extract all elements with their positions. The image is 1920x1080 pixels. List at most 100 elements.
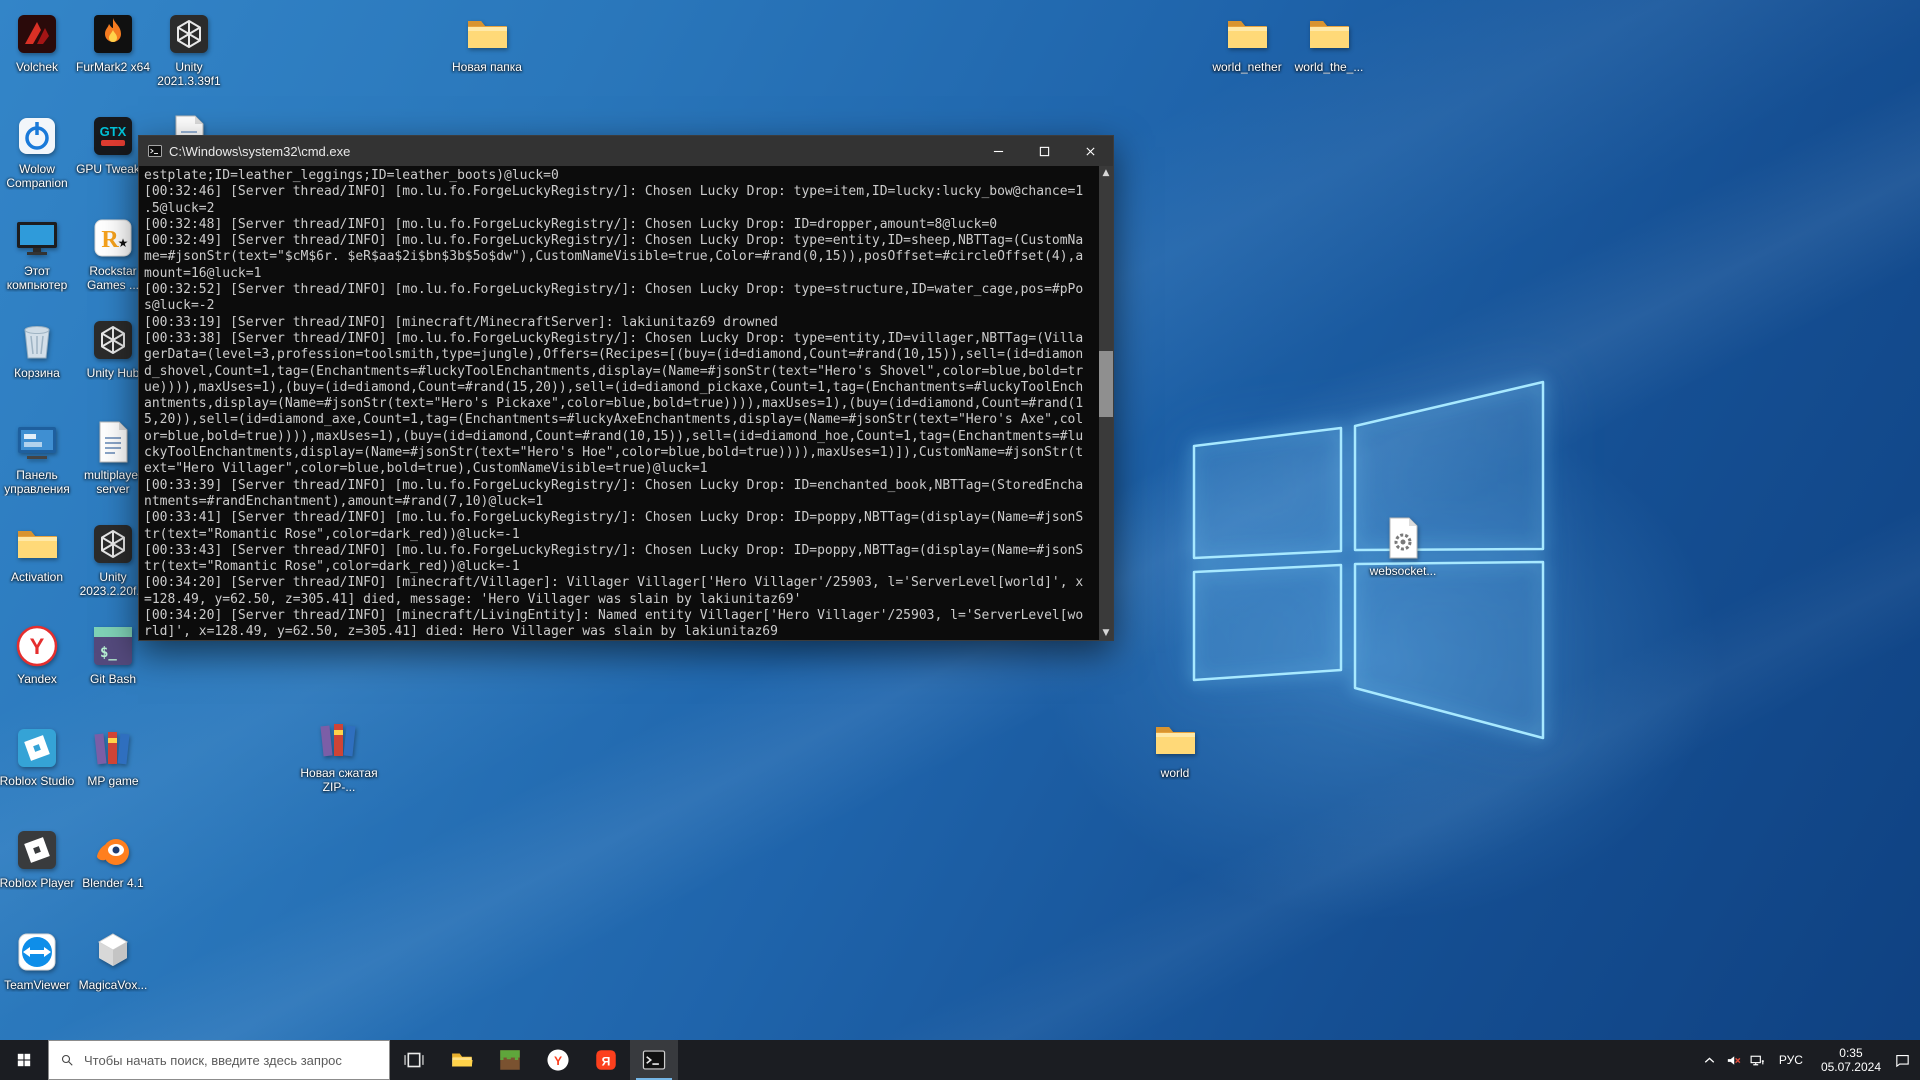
svg-text:Y: Y — [30, 634, 45, 659]
scroll-down-icon[interactable]: ▼ — [1099, 626, 1113, 640]
desktop-icon-control-panel-4[interactable]: Панель управления — [0, 418, 74, 496]
svg-text:Y: Y — [554, 1054, 562, 1068]
yandex-browser-button[interactable]: Y — [534, 1040, 582, 1080]
file-explorer-button[interactable] — [438, 1040, 486, 1080]
svg-text:Я: Я — [602, 1054, 611, 1068]
yandex-app-icon: Я — [593, 1047, 619, 1073]
git-bash-icon: $_ — [89, 622, 137, 670]
explorer-icon — [449, 1047, 475, 1073]
scroll-up-icon[interactable]: ▲ — [1099, 166, 1113, 180]
network-button[interactable] — [1746, 1040, 1770, 1080]
desktop-icon-label: Новая папка — [445, 60, 529, 74]
yandex-icon: Y — [13, 622, 61, 670]
desktop-icon-folder-24[interactable]: world_the_... — [1292, 10, 1366, 74]
desktop-icon-label: FurMark2 x64 — [71, 60, 155, 74]
scrollbar[interactable]: ▲ ▼ — [1099, 166, 1113, 640]
svg-text:★: ★ — [118, 236, 129, 250]
desktop-icon-unity-20[interactable]: Unity 2021.3.39f1 — [152, 10, 226, 88]
desktop-icon-label: websocket... — [1361, 564, 1445, 578]
folder-icon — [1305, 10, 1353, 58]
desktop-icon-folder-23[interactable]: world_nether — [1210, 10, 1284, 74]
chevron-up-icon — [1701, 1052, 1718, 1069]
taskbar: Чтобы начать поиск, введите здесь запрос… — [0, 1040, 1920, 1080]
desktop-icon-computer-2[interactable]: Этот компьютер — [0, 214, 74, 292]
volchek-icon — [13, 10, 61, 58]
cmd-taskbar-button[interactable] — [630, 1040, 678, 1080]
yandex-app-button[interactable]: Я — [582, 1040, 630, 1080]
desktop-icon-label: Wolow Companion — [0, 162, 79, 190]
scrollbar-thumb[interactable] — [1099, 351, 1113, 417]
winrar-icon — [89, 724, 137, 772]
desktop-icon-label: world_nether — [1205, 60, 1289, 74]
tray-time: 0:35 — [1821, 1046, 1881, 1060]
svg-text:GTX: GTX — [100, 124, 127, 139]
start-button[interactable] — [0, 1040, 48, 1080]
gpu-tweak-icon: GTX — [89, 112, 137, 160]
winrar-icon — [315, 716, 363, 764]
cmd-window[interactable]: C:\Windows\system32\cmd.exe estplate;ID=… — [138, 135, 1114, 641]
roblox-player-icon — [13, 826, 61, 874]
desktop-icon-folder-5[interactable]: Activation — [0, 520, 74, 584]
desktop-icon-label: Новая сжатая ZIP-... — [297, 766, 381, 794]
volume-muted-button[interactable] — [1722, 1040, 1746, 1080]
desktop-icon-roblox-player-8[interactable]: Roblox Player — [0, 826, 74, 890]
desktop-icon-power-1[interactable]: Wolow Companion — [0, 112, 74, 190]
desktop-icon-label: TeamViewer — [0, 978, 79, 992]
folder-icon — [13, 520, 61, 568]
desktop-icon-label: Blender 4.1 — [71, 876, 155, 890]
furmark-icon — [89, 10, 137, 58]
minecraft-launcher-button[interactable] — [486, 1040, 534, 1080]
task-view-icon — [401, 1047, 427, 1073]
desktop-icon-label: Этот компьютер — [0, 264, 79, 292]
magicavoxel-icon — [89, 928, 137, 976]
rockstar-icon: R★ — [89, 214, 137, 262]
desktop-icon-teamviewer-9[interactable]: TeamViewer — [0, 928, 74, 992]
desktop-icon-label: Корзина — [0, 366, 79, 380]
svg-text:$_: $_ — [100, 645, 117, 661]
desktop-icon-label: Git Bash — [71, 672, 155, 686]
desktop-icon-winrar-17[interactable]: MP game — [76, 724, 150, 788]
hidden-icons-button[interactable] — [1698, 1040, 1722, 1080]
desktop-icon-volchek-0[interactable]: Volchek — [0, 10, 74, 74]
cmd-icon — [147, 143, 163, 159]
desktop-icon-label: world_the_... — [1287, 60, 1371, 74]
minecraft-icon — [497, 1047, 523, 1073]
desktop-icon-roblox-studio-7[interactable]: Roblox Studio — [0, 724, 74, 788]
desktop-icon-folder-22[interactable]: Новая папка — [450, 10, 524, 74]
unity-icon — [89, 316, 137, 364]
desktop-icon-magicavoxel-19[interactable]: MagicaVox... — [76, 928, 150, 992]
taskbar-buttons: YЯ — [390, 1040, 678, 1080]
computer-icon — [13, 214, 61, 262]
maximize-button[interactable] — [1021, 136, 1067, 166]
console-output[interactable]: estplate;ID=leather_leggings;ID=leather_… — [139, 166, 1113, 640]
roblox-studio-icon — [13, 724, 61, 772]
tray-date: 05.07.2024 — [1821, 1060, 1881, 1074]
cmd-titlebar[interactable]: C:\Windows\system32\cmd.exe — [139, 136, 1113, 166]
language-indicator[interactable]: РУС — [1770, 1053, 1812, 1067]
control-panel-icon — [13, 418, 61, 466]
teamviewer-icon — [13, 928, 61, 976]
desktop-icon-yandex-6[interactable]: YYandex — [0, 622, 74, 686]
desktop-icon-label: MagicaVox... — [71, 978, 155, 992]
cmd-icon — [641, 1047, 667, 1073]
unity-icon — [89, 520, 137, 568]
network-icon — [1749, 1052, 1766, 1069]
search-input[interactable]: Чтобы начать поиск, введите здесь запрос — [48, 1040, 390, 1080]
clock[interactable]: 0:35 05.07.2024 — [1812, 1046, 1890, 1074]
desktop-icon-label: Roblox Studio — [0, 774, 79, 788]
desktop-icon-label: Volchek — [0, 60, 79, 74]
desktop-icon-label: Yandex — [0, 672, 79, 686]
desktop-icon-winrar-27[interactable]: Новая сжатая ZIP-... — [302, 716, 376, 794]
desktop-icon-furmark-10[interactable]: FurMark2 x64 — [76, 10, 150, 74]
desktop-icon-gear-file-25[interactable]: websocket... — [1366, 514, 1440, 578]
desktop-icon-recycle-bin-3[interactable]: Корзина — [0, 316, 74, 380]
action-center-button[interactable] — [1890, 1040, 1914, 1080]
power-icon — [13, 112, 61, 160]
task-view-button[interactable] — [390, 1040, 438, 1080]
minimize-button[interactable] — [975, 136, 1021, 166]
close-button[interactable] — [1067, 136, 1113, 166]
desktop-icon-folder-26[interactable]: world — [1138, 716, 1212, 780]
desktop-icon-blender-18[interactable]: Blender 4.1 — [76, 826, 150, 890]
desktop-icon-label: Unity 2021.3.39f1 — [147, 60, 231, 88]
window-title: C:\Windows\system32\cmd.exe — [169, 144, 350, 159]
